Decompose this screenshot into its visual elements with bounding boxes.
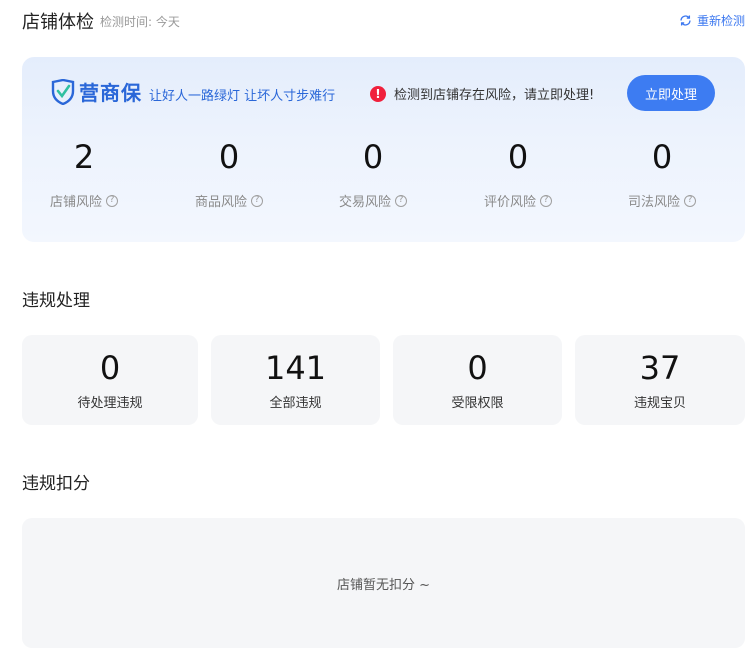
question-circle-icon[interactable]: ? [395, 194, 407, 207]
tile-value: 0 [467, 349, 488, 387]
tile-value: 37 [639, 349, 681, 387]
risk-label: 司法风险 [627, 195, 680, 210]
refresh-icon [680, 15, 691, 26]
tile-label: 违规宝贝 [633, 396, 686, 411]
question-circle-icon[interactable]: ? [106, 194, 118, 207]
risk-alert: ! 检测到店铺存在风险，请立即处理! [370, 84, 594, 103]
tile-pending-violations[interactable]: 0 待处理违规 [22, 335, 198, 425]
brand-logo: 营商保 [51, 77, 142, 106]
deduction-section-title: 违规扣分 [22, 474, 90, 494]
risk-stat-trade[interactable]: 0 交易风险 ? [323, 135, 423, 210]
risk-value: 2 [73, 138, 95, 176]
tile-all-violations[interactable]: 141 全部违规 [211, 335, 380, 425]
tile-violation-items[interactable]: 37 违规宝贝 [575, 335, 745, 425]
tile-label: 待处理违规 [77, 396, 143, 411]
tile-restricted-permissions[interactable]: 0 受限权限 [393, 335, 562, 425]
recheck-label: 重新检测 [696, 14, 745, 28]
brand-name: 营商保 [79, 81, 142, 105]
violation-tiles: 0 待处理违规 141 全部违规 0 受限权限 37 违规宝贝 [22, 335, 745, 425]
tile-label: 受限权限 [451, 396, 504, 411]
risk-value: 0 [507, 138, 529, 176]
risk-label: 商品风险 [194, 195, 247, 210]
risk-alert-text: 检测到店铺存在风险，请立即处理! [394, 88, 595, 103]
risk-stat-shop[interactable]: 2 店铺风险 ? [34, 135, 134, 210]
page-title: 店铺体检 [22, 12, 94, 33]
question-circle-icon[interactable]: ? [251, 194, 263, 207]
page-header: 店铺体检 检测时间: 今天 重新检测 [22, 8, 745, 33]
alert-circle-icon: ! [370, 85, 386, 102]
risk-label-row: 店铺风险 ? [34, 191, 134, 210]
risk-stats: 2 店铺风险 ? 0 商品风险 ? 0 交易风险 ? 0 评价风险 ? 0 司法… [22, 135, 745, 215]
risk-stat-product[interactable]: 0 商品风险 ? [179, 135, 279, 210]
risk-label-row: 评价风险 ? [468, 191, 568, 210]
tile-value: 141 [264, 349, 327, 387]
check-time: 检测时间: 今天 [100, 15, 180, 29]
risk-label-row: 商品风险 ? [179, 191, 279, 210]
deduction-empty-state: 店铺暂无扣分 ~ [22, 518, 745, 648]
risk-label: 交易风险 [338, 195, 391, 210]
shop-health-card: 营商保 让好人一路绿灯 让坏人寸步难行 ! 检测到店铺存在风险，请立即处理! 立… [22, 57, 745, 242]
risk-value: 0 [651, 138, 673, 176]
empty-state-text: 店铺暂无扣分 ~ [336, 577, 431, 593]
risk-label-row: 司法风险 ? [612, 191, 712, 210]
risk-label-row: 交易风险 ? [323, 191, 423, 210]
brand-slogan: 让好人一路绿灯 让坏人寸步难行 [149, 89, 336, 104]
violations-section-title: 违规处理 [22, 291, 90, 311]
question-circle-icon[interactable]: ? [540, 194, 552, 207]
tile-value: 0 [99, 349, 121, 387]
shield-logo-icon [51, 78, 75, 105]
handle-now-button[interactable]: 立即处理 [627, 75, 715, 111]
recheck-button[interactable]: 重新检测 [679, 12, 745, 29]
question-circle-icon[interactable]: ? [684, 194, 696, 207]
risk-value: 0 [218, 138, 240, 176]
risk-label: 评价风险 [483, 195, 536, 210]
risk-value: 0 [362, 138, 384, 176]
risk-label: 店铺风险 [49, 195, 102, 210]
risk-stat-review[interactable]: 0 评价风险 ? [468, 135, 568, 210]
tile-label: 全部违规 [269, 396, 322, 411]
risk-stat-judicial[interactable]: 0 司法风险 ? [612, 135, 712, 210]
